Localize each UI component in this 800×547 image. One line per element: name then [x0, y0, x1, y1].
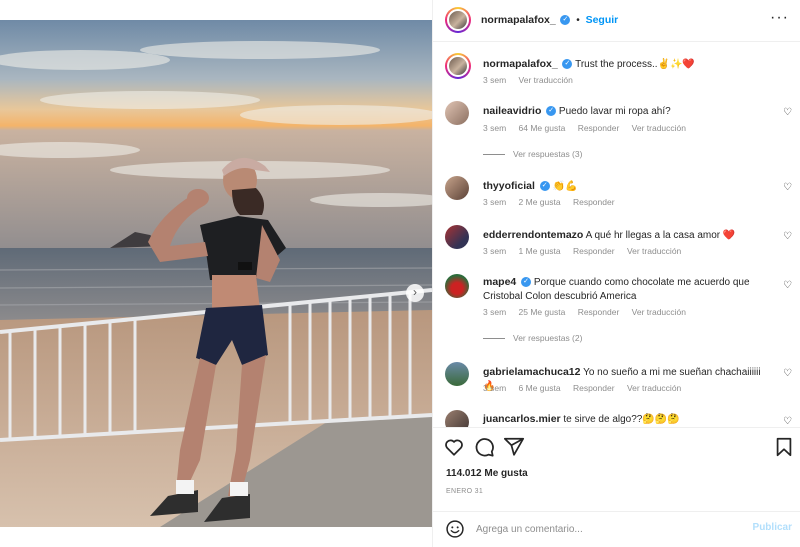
view-replies-label: Ver respuestas (2) [513, 333, 583, 343]
author-avatar[interactable] [445, 7, 471, 33]
comment-username[interactable]: juancarlos.mier [483, 413, 561, 425]
post-actions: 114.012 Me gusta ENERO 31 [433, 427, 800, 512]
reply-button[interactable]: Responder [578, 123, 620, 133]
reply-button[interactable]: Responder [578, 307, 620, 317]
caption-time: 3 sem [483, 75, 507, 85]
author-username[interactable]: normapalafox_ [481, 14, 556, 26]
view-replies-button[interactable]: Ver respuestas (2) [483, 333, 582, 343]
comment-text: A qué hr llegas a la casa amor ❤️ [585, 230, 736, 241]
add-comment-bar: Publicar [433, 512, 800, 547]
comment-input[interactable] [476, 520, 746, 538]
caption-username[interactable]: normapalafox_ [483, 58, 558, 70]
post-viewer: › normapalafox_ ✓ • Seguir ··· normapala [0, 0, 800, 547]
comment-time: 3 sem [483, 307, 507, 317]
verified-icon: ✓ [546, 106, 557, 117]
comment-like-icon[interactable]: ♡ [783, 182, 792, 193]
publish-button[interactable]: Publicar [753, 522, 792, 533]
photo-image [0, 20, 432, 527]
comments-list[interactable]: normapalafox_ ✓ Trust the process..✌️✨❤️… [433, 43, 800, 427]
verified-icon: ✓ [521, 277, 532, 288]
comment-username[interactable]: mape4 [483, 276, 516, 288]
comment-time: 3 sem [483, 383, 507, 393]
heart-icon[interactable] [443, 436, 465, 458]
see-translation-link[interactable]: Ver traducción [632, 307, 686, 317]
chevron-right-icon: › [413, 285, 417, 299]
comment-text: 👏💪 [552, 181, 578, 192]
comment-avatar[interactable] [445, 176, 469, 200]
comment-username[interactable]: naileavidrio [483, 105, 541, 117]
comment-avatar[interactable] [445, 274, 469, 298]
comment-username[interactable]: thyyoficial [483, 180, 535, 192]
post-date[interactable]: ENERO 31 [446, 488, 483, 495]
see-translation-link[interactable]: Ver traducción [627, 246, 681, 256]
verified-icon: ✓ [560, 15, 571, 26]
comment-time: 3 sem [483, 123, 507, 133]
comment-username[interactable]: gabrielamachuca12 [483, 366, 580, 378]
comment-username[interactable]: edderrendontemazo [483, 229, 583, 241]
comment-avatar[interactable] [445, 225, 469, 249]
reply-button[interactable]: Responder [573, 246, 615, 256]
reply-button[interactable]: Responder [573, 197, 615, 207]
caption-text: Trust the process..✌️✨❤️ [575, 59, 695, 70]
comment-avatar[interactable] [445, 410, 469, 427]
see-translation-link[interactable]: Ver traducción [632, 123, 686, 133]
see-translation-link[interactable]: Ver traducción [519, 75, 573, 85]
share-icon[interactable] [503, 436, 525, 458]
comment-avatar[interactable] [445, 362, 469, 386]
comment-likes[interactable]: 25 Me gusta [519, 307, 566, 317]
comment-like-icon[interactable]: ♡ [783, 231, 792, 242]
view-replies-label: Ver respuestas (3) [513, 149, 583, 159]
view-replies-button[interactable]: Ver respuestas (3) [483, 149, 582, 159]
comment-like-icon[interactable]: ♡ [783, 107, 792, 118]
verified-icon: ✓ [539, 181, 550, 192]
comment-likes[interactable]: 2 Me gusta [519, 197, 561, 207]
comment-text: Puedo lavar mi ropa ahí? [558, 106, 671, 117]
separator-dot: • [576, 15, 580, 26]
comment-time: 3 sem [483, 197, 507, 207]
more-options-icon[interactable]: ··· [770, 9, 789, 27]
see-translation-link[interactable]: Ver traducción [627, 383, 681, 393]
reply-button[interactable]: Responder [573, 383, 615, 393]
comment-like-icon[interactable]: ♡ [783, 280, 792, 291]
emoji-icon[interactable] [445, 519, 465, 539]
comment-likes[interactable]: 64 Me gusta [519, 123, 566, 133]
post-header: normapalafox_ ✓ • Seguir ··· [433, 0, 800, 42]
comment-avatar[interactable] [445, 101, 469, 125]
like-count[interactable]: 114.012 Me gusta [446, 468, 528, 479]
next-photo-button[interactable]: › [406, 284, 424, 302]
caption-avatar[interactable] [445, 53, 471, 79]
verified-icon: ✓ [562, 59, 573, 70]
bookmark-icon[interactable] [773, 436, 795, 458]
follow-button[interactable]: Seguir [586, 14, 619, 26]
replies-divider [483, 154, 505, 156]
comment-like-icon[interactable]: ♡ [783, 416, 792, 427]
comment-text: te sirve de algo??🤔🤔🤔 [563, 414, 680, 425]
comment-likes[interactable]: 6 Me gusta [519, 383, 561, 393]
comment-icon[interactable] [473, 436, 495, 458]
comment-likes[interactable]: 1 Me gusta [519, 246, 561, 256]
comment-time: 3 sem [483, 246, 507, 256]
comment-like-icon[interactable]: ♡ [783, 368, 792, 379]
post-photo[interactable]: › [0, 20, 432, 527]
replies-divider [483, 338, 505, 340]
post-detail-panel: normapalafox_ ✓ • Seguir ··· normapalafo… [432, 0, 800, 547]
